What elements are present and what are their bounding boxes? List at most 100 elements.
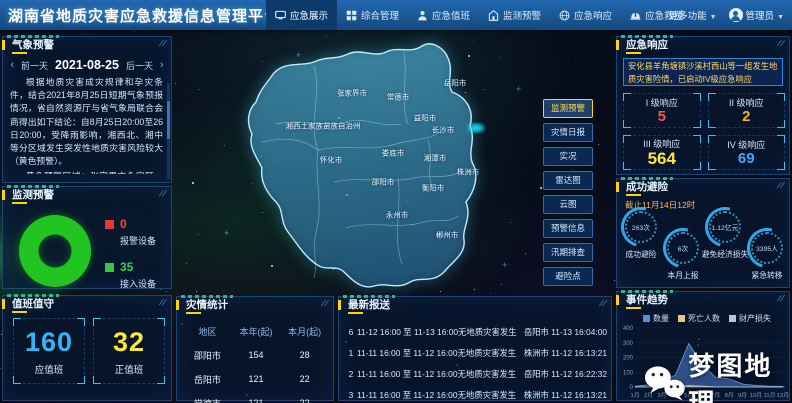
device-donut-chart: [19, 215, 91, 287]
user-menu[interactable]: 管理员▼: [729, 8, 784, 22]
map-button-flood-check[interactable]: 汛期排查: [543, 243, 593, 262]
prev-arrow-icon[interactable]: ‹: [10, 59, 14, 71]
next-day-button[interactable]: 后一天: [126, 59, 153, 72]
nav-comprehensive-management[interactable]: 综合管理: [337, 0, 408, 30]
duty-panel: 值班值守 // 160 应值班 32 正值班: [2, 295, 172, 401]
stats-table-header: 地区 本年(起) 本月(起): [183, 319, 329, 343]
disaster-stats-panel: 灾情统计 // 地区 本年(起) 本月(起) 邵阳市 154 28 岳阳市 12…: [176, 296, 334, 401]
monitor-warning-panel: 监测预警 // 0 报警设备 35 接入设备: [2, 186, 172, 289]
panel-title: 监测预警: [3, 187, 171, 204]
map-city-label[interactable]: 岳阳市: [444, 78, 467, 89]
map-city-label[interactable]: 娄底市: [382, 148, 405, 159]
map-button-warning-info[interactable]: 预警信息: [543, 219, 593, 238]
gauge-ring: 3395人: [751, 232, 783, 264]
trend-legend: 数量 死亡人数 财产损失: [643, 313, 771, 324]
map-button-disaster-daily[interactable]: 灾情日报: [543, 123, 593, 142]
decor-cross: +: [224, 228, 229, 238]
map-city-label[interactable]: 永州市: [386, 210, 409, 221]
person-icon: [417, 10, 428, 21]
map-city-label[interactable]: 益阳市: [414, 113, 437, 124]
map-button-refuge-point[interactable]: 避险点: [543, 267, 593, 286]
map-city-label[interactable]: 株洲市: [457, 167, 480, 178]
svg-text:300: 300: [623, 341, 634, 347]
should-duty-count: 160: [25, 327, 73, 358]
map-button-monitor-warning[interactable]: 监测预警: [543, 99, 593, 118]
response-notice-banner[interactable]: 安化县羊角塘镇沙溪村西山等一组发生地质灾害险情，已启动IV级应急响应: [623, 58, 783, 86]
map-city-label[interactable]: 衡阳市: [422, 183, 445, 194]
alarm-count: 0: [120, 217, 127, 231]
gauge-month-reports: 6次 本月上报: [663, 232, 703, 281]
svg-text:0: 0: [630, 385, 634, 391]
list-item[interactable]: 3 11-11 16:00 至 11-12 16:00 无地质灾害发生 株洲市 …: [345, 384, 607, 403]
successful-avoidance-panel: 成功避险 // 截止11月14日12时 263次 成功避险 6次 本月上报 1.…: [616, 178, 790, 288]
map-city-label[interactable]: 张家界市: [337, 88, 367, 99]
avoidance-gauges: 263次 成功避险 6次 本月上报 1.12亿元 避免经济损失 3395人 紧急…: [621, 211, 787, 281]
stats-table: 地区 本年(起) 本月(起) 邵阳市 154 28 岳阳市 121 22 常德市…: [183, 319, 329, 403]
gauge-ring: 6次: [667, 232, 699, 264]
prev-day-button[interactable]: 前一天: [21, 59, 48, 72]
on-duty-label: 正值班: [115, 362, 144, 376]
legend-deaths[interactable]: 死亡人数: [678, 313, 720, 324]
nav-label: 综合管理: [361, 8, 399, 22]
chevron-down-icon: ▼: [710, 14, 717, 21]
app-title: 湖南省地质灾害应急救援信息管理平台: [8, 5, 280, 26]
level3-card[interactable]: III 级响应 564: [623, 135, 701, 170]
level1-card[interactable]: I 级响应 5: [623, 93, 701, 128]
map-city-label[interactable]: 湘潭市: [424, 153, 447, 164]
panel-title: 事件趋势: [617, 292, 789, 309]
helmet-icon: [630, 10, 641, 21]
wechat-icon: [644, 363, 688, 403]
alarm-label: 报警设备: [120, 234, 156, 247]
nav-emergency-response[interactable]: 应急响应: [550, 0, 621, 30]
connected-count: 35: [120, 260, 133, 274]
next-arrow-icon[interactable]: ›: [160, 59, 164, 71]
nav-label: 应急响应: [574, 8, 612, 22]
gauge-success-count: 263次 成功避险: [621, 211, 661, 281]
map-button-radar[interactable]: 雷达图: [543, 171, 593, 190]
date-navigator: ‹ 前一天 2021-08-25 后一天 ›: [3, 58, 171, 72]
weather-warning-text: 根据地质灾害成灾规律和孕灾条件，结合2021年8月25日短期气象预报情况，省自然…: [3, 72, 171, 174]
alarm-icon: [488, 10, 499, 21]
legend-swatch: [643, 315, 650, 322]
list-item[interactable]: 1 11-11 16:00 至 11-12 16:00 无地质灾害发生 株洲市 …: [345, 342, 607, 363]
svg-text:1月: 1月: [630, 392, 639, 399]
level4-card[interactable]: IV 级响应 69: [708, 135, 786, 170]
list-item[interactable]: 6 11-12 16:00 至 11-13 16:00 无地质灾害发生 岳阳市 …: [345, 321, 607, 342]
legend-property-loss[interactable]: 财产损失: [729, 313, 771, 324]
gauge-ring: 1.12亿元: [709, 211, 741, 243]
decor-cross: +: [296, 50, 301, 60]
watermark: 梦图地理: [644, 346, 792, 403]
level2-card[interactable]: II 级响应 2: [708, 93, 786, 128]
chevron-down-icon: ▼: [777, 14, 784, 21]
list-item[interactable]: 2 11-11 16:00 至 11-12 16:00 无地质灾害发生 岳阳市 …: [345, 363, 607, 384]
panel-title: 气象预警: [3, 37, 171, 54]
grid-icon: [346, 10, 357, 21]
dashboard: 湖南省地质灾害应急救援信息管理平台 应急展示 综合管理 应急值班 监测预警 应急…: [0, 0, 792, 403]
col-region: 地区: [183, 325, 232, 338]
nav-emergency-duty[interactable]: 应急值班: [408, 0, 479, 30]
scrollbar[interactable]: [167, 83, 170, 179]
selected-date: 2021-08-25: [55, 58, 119, 72]
legend-count[interactable]: 数量: [643, 313, 669, 324]
nav-emergency-display[interactable]: 应急展示: [266, 0, 337, 30]
nav-label: 应急展示: [290, 8, 328, 22]
more-functions-menu[interactable]: 更多功能▼: [669, 8, 717, 22]
table-row[interactable]: 邵阳市 154 28: [183, 343, 329, 367]
table-row[interactable]: 岳阳市 121 22: [183, 367, 329, 391]
warning-paragraph: 根据地质灾害成灾规律和孕灾条件，结合2021年8月25日短期气象预报情况，省自然…: [10, 76, 163, 168]
map-city-label[interactable]: 邵阳市: [372, 177, 395, 188]
table-row[interactable]: 常德市 121 22: [183, 391, 329, 403]
map-button-cloud[interactable]: 云图: [543, 195, 593, 214]
nav-monitor-warning[interactable]: 监测预警: [479, 0, 550, 30]
on-duty-card: 32 正值班: [93, 318, 165, 384]
emergency-response-panel: 应急响应 // 安化县羊角塘镇沙溪村西山等一组发生地质灾害险情，已启动IV级应急…: [616, 36, 790, 175]
map-city-label[interactable]: 湘西土家族苗族自治州: [286, 121, 361, 132]
map-city-label[interactable]: 怀化市: [320, 155, 343, 166]
avatar: [729, 8, 743, 22]
panel-title: 成功避险: [617, 179, 789, 196]
watermark-text: 梦图地理: [688, 346, 792, 403]
map-city-label[interactable]: 长沙市: [432, 125, 455, 136]
map-button-live[interactable]: 实况: [543, 147, 593, 166]
map-city-label[interactable]: 常德市: [387, 92, 410, 103]
map-city-label[interactable]: 郴州市: [436, 230, 459, 241]
